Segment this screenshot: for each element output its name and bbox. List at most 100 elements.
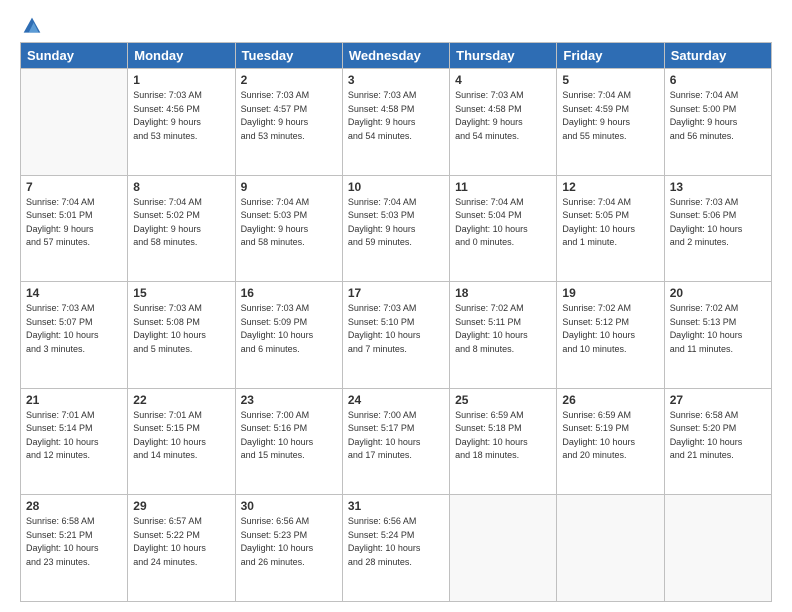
day-number: 3 (348, 73, 444, 87)
day-header-sunday: Sunday (21, 43, 128, 69)
page: SundayMondayTuesdayWednesdayThursdayFrid… (0, 0, 792, 612)
calendar-table: SundayMondayTuesdayWednesdayThursdayFrid… (20, 42, 772, 602)
day-number: 4 (455, 73, 551, 87)
week-row-5: 28 Sunrise: 6:58 AMSunset: 5:21 PMDayligh… (21, 495, 772, 602)
day-number: 11 (455, 180, 551, 194)
day-number: 15 (133, 286, 229, 300)
calendar-cell: 25 Sunrise: 6:59 AMSunset: 5:18 PMDayligh… (450, 388, 557, 495)
day-detail: Sunrise: 7:04 AMSunset: 5:01 PMDaylight:… (26, 196, 122, 250)
calendar-cell: 30 Sunrise: 6:56 AMSunset: 5:23 PMDayligh… (235, 495, 342, 602)
day-header-saturday: Saturday (664, 43, 771, 69)
day-number: 14 (26, 286, 122, 300)
day-detail: Sunrise: 7:02 AMSunset: 5:12 PMDaylight:… (562, 302, 658, 356)
day-number: 8 (133, 180, 229, 194)
calendar-cell: 4 Sunrise: 7:03 AMSunset: 4:58 PMDaylight… (450, 69, 557, 176)
day-number: 28 (26, 499, 122, 513)
calendar-cell (21, 69, 128, 176)
day-detail: Sunrise: 6:56 AMSunset: 5:24 PMDaylight:… (348, 515, 444, 569)
header-row: SundayMondayTuesdayWednesdayThursdayFrid… (21, 43, 772, 69)
calendar-cell: 13 Sunrise: 7:03 AMSunset: 5:06 PMDayligh… (664, 175, 771, 282)
day-detail: Sunrise: 7:03 AMSunset: 5:07 PMDaylight:… (26, 302, 122, 356)
calendar-cell: 9Sunrise: 7:04 AMSunset: 5:03 PMDaylight… (235, 175, 342, 282)
calendar-cell: 14 Sunrise: 7:03 AMSunset: 5:07 PMDayligh… (21, 282, 128, 389)
day-number: 20 (670, 286, 766, 300)
day-detail: Sunrise: 7:03 AMSunset: 5:09 PMDaylight:… (241, 302, 337, 356)
day-detail: Sunrise: 7:04 AMSunset: 4:59 PMDaylight:… (562, 89, 658, 143)
week-row-3: 14 Sunrise: 7:03 AMSunset: 5:07 PMDayligh… (21, 282, 772, 389)
day-detail: Sunrise: 7:04 AMSunset: 5:05 PMDaylight:… (562, 196, 658, 250)
day-number: 23 (241, 393, 337, 407)
logo-icon (22, 16, 42, 36)
day-detail: Sunrise: 7:03 AMSunset: 4:56 PMDaylight:… (133, 89, 229, 143)
calendar-cell: 12 Sunrise: 7:04 AMSunset: 5:05 PMDayligh… (557, 175, 664, 282)
day-detail: Sunrise: 7:03 AMSunset: 4:58 PMDaylight:… (455, 89, 551, 143)
day-detail: Sunrise: 6:59 AMSunset: 5:19 PMDaylight:… (562, 409, 658, 463)
day-number: 25 (455, 393, 551, 407)
calendar-cell: 29 Sunrise: 6:57 AMSunset: 5:22 PMDayligh… (128, 495, 235, 602)
calendar-cell (450, 495, 557, 602)
day-number: 31 (348, 499, 444, 513)
day-number: 17 (348, 286, 444, 300)
calendar-cell: 22 Sunrise: 7:01 AMSunset: 5:15 PMDayligh… (128, 388, 235, 495)
day-number: 24 (348, 393, 444, 407)
day-number: 2 (241, 73, 337, 87)
week-row-4: 21Sunrise: 7:01 AMSunset: 5:14 PMDayligh… (21, 388, 772, 495)
day-detail: Sunrise: 7:04 AMSunset: 5:03 PMDaylight:… (348, 196, 444, 250)
calendar-cell: 19 Sunrise: 7:02 AMSunset: 5:12 PMDayligh… (557, 282, 664, 389)
calendar-cell: 7 Sunrise: 7:04 AMSunset: 5:01 PMDaylight… (21, 175, 128, 282)
calendar-cell: 28 Sunrise: 6:58 AMSunset: 5:21 PMDayligh… (21, 495, 128, 602)
day-detail: Sunrise: 6:59 AMSunset: 5:18 PMDaylight:… (455, 409, 551, 463)
calendar-cell: 10 Sunrise: 7:04 AMSunset: 5:03 PMDayligh… (342, 175, 449, 282)
day-detail: Sunrise: 7:00 AMSunset: 5:17 PMDaylight:… (348, 409, 444, 463)
calendar-cell (557, 495, 664, 602)
day-number: 10 (348, 180, 444, 194)
calendar-cell: 6 Sunrise: 7:04 AMSunset: 5:00 PMDaylight… (664, 69, 771, 176)
calendar-cell: 21Sunrise: 7:01 AMSunset: 5:14 PMDayligh… (21, 388, 128, 495)
day-detail: Sunrise: 7:04 AMSunset: 5:02 PMDaylight:… (133, 196, 229, 250)
calendar-cell: 1 Sunrise: 7:03 AMSunset: 4:56 PMDaylight… (128, 69, 235, 176)
day-detail: Sunrise: 7:00 AMSunset: 5:16 PMDaylight:… (241, 409, 337, 463)
day-number: 7 (26, 180, 122, 194)
day-detail: Sunrise: 7:03 AMSunset: 4:57 PMDaylight:… (241, 89, 337, 143)
day-number: 16 (241, 286, 337, 300)
calendar-cell: 26 Sunrise: 6:59 AMSunset: 5:19 PMDayligh… (557, 388, 664, 495)
calendar-cell: 2 Sunrise: 7:03 AMSunset: 4:57 PMDaylight… (235, 69, 342, 176)
logo (20, 16, 42, 36)
day-number: 13 (670, 180, 766, 194)
day-number: 5 (562, 73, 658, 87)
day-detail: Sunrise: 7:04 AMSunset: 5:03 PMDaylight:… (241, 196, 337, 250)
day-number: 22 (133, 393, 229, 407)
day-number: 29 (133, 499, 229, 513)
day-detail: Sunrise: 7:03 AMSunset: 5:06 PMDaylight:… (670, 196, 766, 250)
day-detail: Sunrise: 6:57 AMSunset: 5:22 PMDaylight:… (133, 515, 229, 569)
day-number: 6 (670, 73, 766, 87)
day-detail: Sunrise: 7:03 AMSunset: 4:58 PMDaylight:… (348, 89, 444, 143)
day-number: 12 (562, 180, 658, 194)
day-header-monday: Monday (128, 43, 235, 69)
day-detail: Sunrise: 6:58 AMSunset: 5:20 PMDaylight:… (670, 409, 766, 463)
day-detail: Sunrise: 7:01 AMSunset: 5:14 PMDaylight:… (26, 409, 122, 463)
day-number: 18 (455, 286, 551, 300)
calendar-cell (664, 495, 771, 602)
day-number: 19 (562, 286, 658, 300)
calendar-cell: 3 Sunrise: 7:03 AMSunset: 4:58 PMDaylight… (342, 69, 449, 176)
day-detail: Sunrise: 7:04 AMSunset: 5:04 PMDaylight:… (455, 196, 551, 250)
day-number: 26 (562, 393, 658, 407)
calendar-cell: 18Sunrise: 7:02 AMSunset: 5:11 PMDayligh… (450, 282, 557, 389)
day-number: 27 (670, 393, 766, 407)
calendar-cell: 15Sunrise: 7:03 AMSunset: 5:08 PMDayligh… (128, 282, 235, 389)
day-detail: Sunrise: 7:04 AMSunset: 5:00 PMDaylight:… (670, 89, 766, 143)
day-detail: Sunrise: 6:58 AMSunset: 5:21 PMDaylight:… (26, 515, 122, 569)
calendar-cell: 5 Sunrise: 7:04 AMSunset: 4:59 PMDaylight… (557, 69, 664, 176)
week-row-2: 7 Sunrise: 7:04 AMSunset: 5:01 PMDaylight… (21, 175, 772, 282)
calendar-cell: 31 Sunrise: 6:56 AMSunset: 5:24 PMDayligh… (342, 495, 449, 602)
week-row-1: 1 Sunrise: 7:03 AMSunset: 4:56 PMDaylight… (21, 69, 772, 176)
header (20, 16, 772, 36)
day-number: 1 (133, 73, 229, 87)
day-detail: Sunrise: 7:02 AMSunset: 5:13 PMDaylight:… (670, 302, 766, 356)
day-detail: Sunrise: 6:56 AMSunset: 5:23 PMDaylight:… (241, 515, 337, 569)
calendar-cell: 23 Sunrise: 7:00 AMSunset: 5:16 PMDayligh… (235, 388, 342, 495)
day-number: 30 (241, 499, 337, 513)
calendar-cell: 20 Sunrise: 7:02 AMSunset: 5:13 PMDayligh… (664, 282, 771, 389)
day-detail: Sunrise: 7:01 AMSunset: 5:15 PMDaylight:… (133, 409, 229, 463)
